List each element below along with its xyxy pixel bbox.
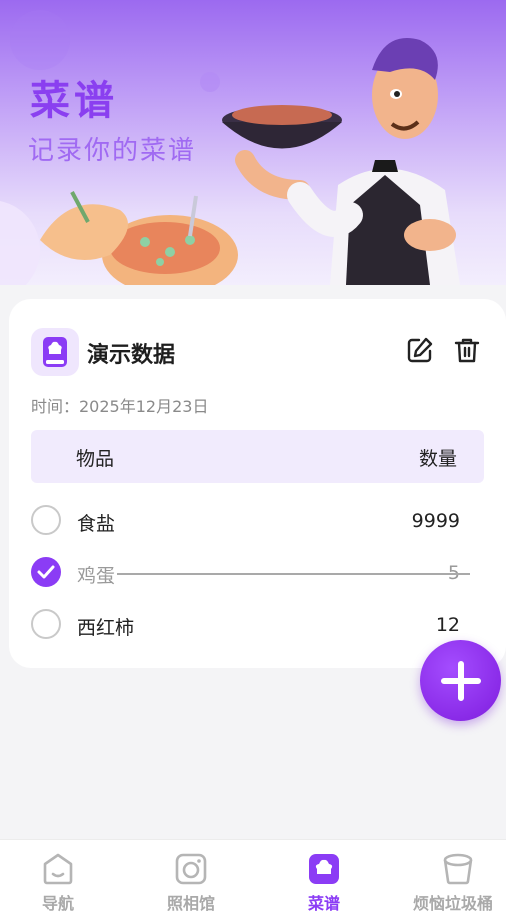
bottom-tab-bar: 导航 照相馆 菜谱 烦恼垃圾桶 (0, 839, 506, 917)
tab-label: 照相馆 (166, 894, 215, 913)
camera-icon (175, 853, 207, 885)
edit-icon[interactable] (405, 335, 435, 365)
list-item[interactable]: 食盐 9999 (31, 500, 484, 540)
checkbox[interactable] (31, 609, 61, 639)
item-name: 鸡蛋 (77, 565, 116, 587)
recipe-book-icon (31, 328, 79, 376)
checkbox-checked[interactable] (31, 557, 61, 587)
trash-bin-icon (443, 853, 473, 885)
recipe-time: 时间：2025年12月23日 (31, 397, 209, 416)
recipe-book-icon (309, 854, 339, 884)
checkmark-icon (37, 565, 55, 579)
header-banner: 菜谱 记录你的菜谱 (0, 0, 506, 285)
list-item[interactable]: 鸡蛋 5 (31, 552, 484, 592)
tab-label: 导航 (41, 894, 74, 913)
list-item[interactable]: 西红柿 12 (31, 604, 484, 644)
tab-nav[interactable]: 导航 (0, 840, 116, 917)
tab-trash[interactable]: 烦恼垃圾桶 (400, 840, 506, 917)
banner-title: 菜谱 (30, 78, 118, 124)
tab-label: 烦恼垃圾桶 (412, 894, 493, 913)
plus-icon (440, 660, 481, 701)
banner-subtitle: 记录你的菜谱 (28, 136, 197, 166)
add-button[interactable] (420, 640, 501, 721)
item-name: 食盐 (77, 513, 116, 535)
tab-label: 菜谱 (307, 894, 340, 913)
column-item: 物品 (76, 448, 115, 470)
item-qty: 12 (435, 614, 460, 636)
recipe-title: 演示数据 (87, 343, 176, 368)
delete-icon[interactable] (452, 335, 482, 365)
home-icon (43, 853, 73, 885)
table-header: 物品 数量 (31, 430, 484, 483)
tab-recipes[interactable]: 菜谱 (266, 840, 382, 917)
column-qty: 数量 (418, 448, 457, 470)
item-name: 西红柿 (77, 617, 135, 639)
strikethrough-line (117, 573, 470, 575)
recipe-card: 演示数据 时间：2025年12月23日 物品 数量 食盐 9999 鸡蛋 5 西… (9, 299, 506, 668)
tab-photo[interactable]: 照相馆 (133, 840, 249, 917)
item-qty: 9999 (411, 510, 460, 532)
checkbox[interactable] (31, 505, 61, 535)
